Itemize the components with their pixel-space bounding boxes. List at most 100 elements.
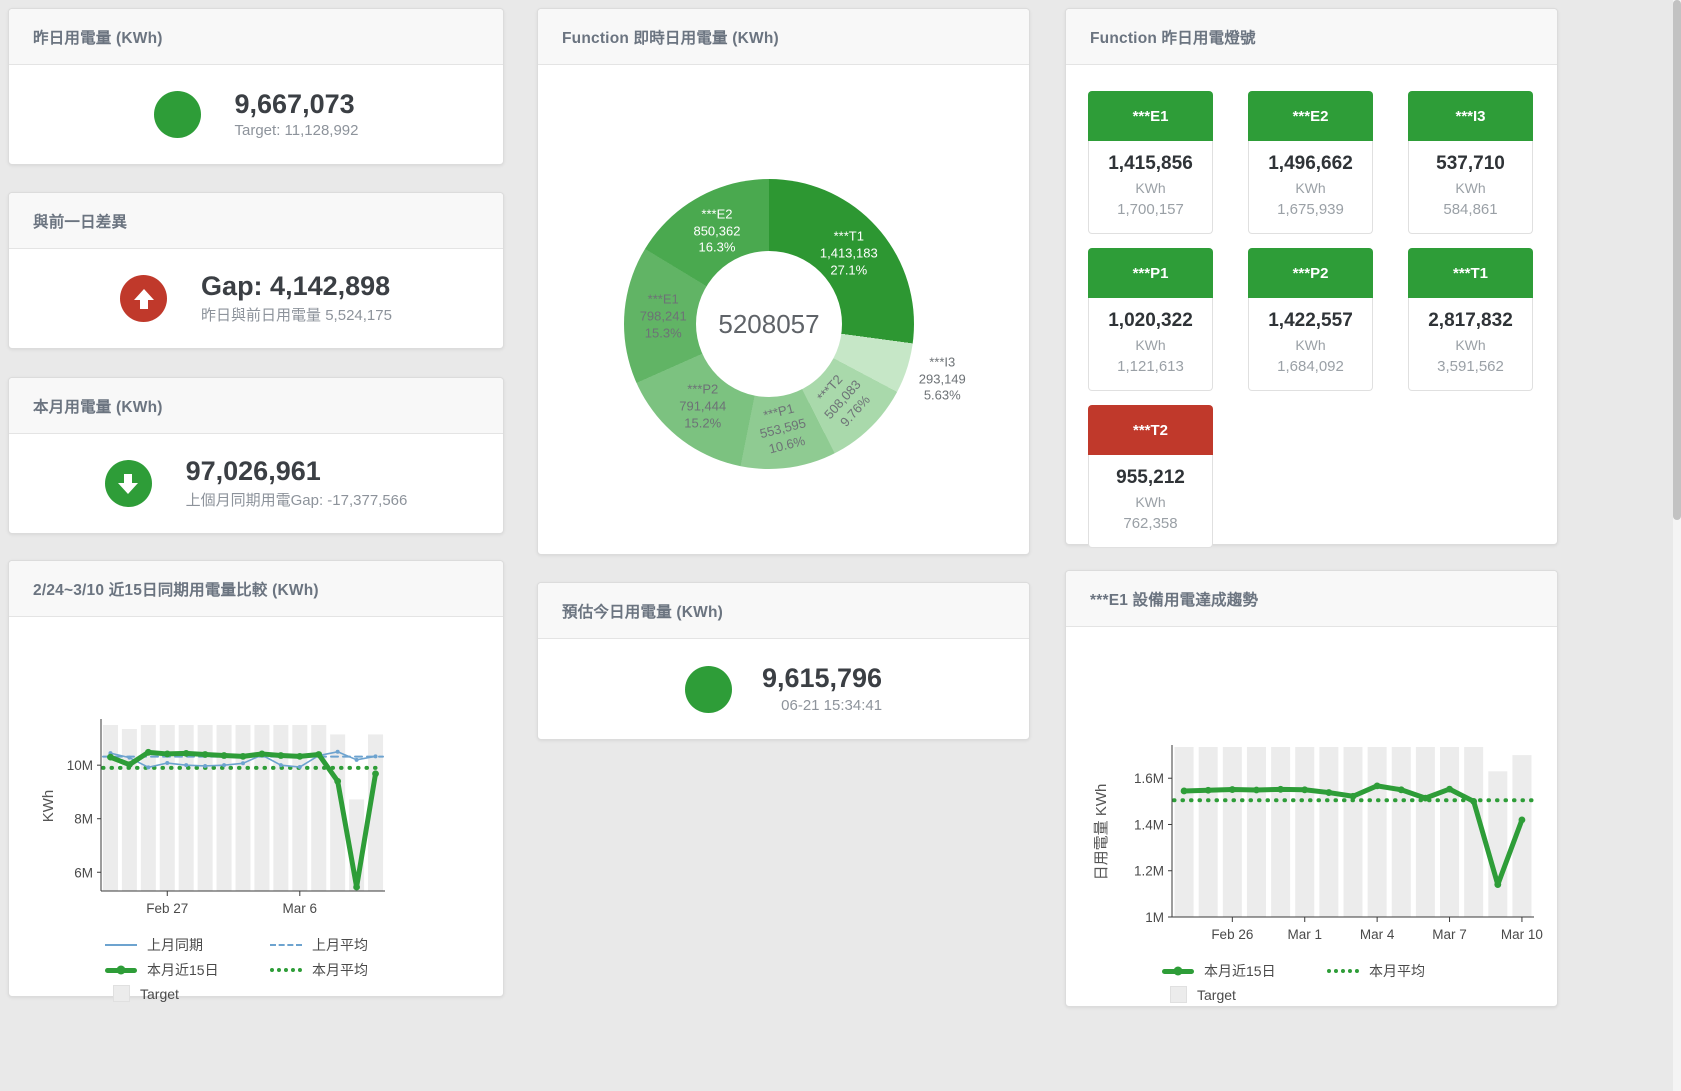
card-function-light-signals: Function 昨日用電燈號 ***E11,415,856KWh1,700,1… [1065,8,1558,545]
svg-text:1.2M: 1.2M [1134,864,1164,879]
light-tile-target: 1,700,157 [1093,199,1208,222]
legend-item[interactable]: Target [1162,986,1327,1003]
light-tile: ***E21,496,662KWh1,675,939 [1248,91,1373,234]
legend-label: 上月同期 [147,935,203,955]
light-tile-unit: KWh [1093,335,1208,356]
legend-item[interactable]: 上月平均 [270,935,435,955]
estimate-today-value: 9,615,796 [762,664,882,694]
day-gap-subtitle: 昨日與前日用電量 5,524,175 [201,304,392,325]
function-usage-donut-chart: 5208057 ***T11,413,18327.1%***I3293,1495… [624,179,914,469]
legend-item[interactable]: 本月近15日 [1162,961,1327,981]
legend-item[interactable]: Target [105,985,270,1002]
donut-slice-label: ***P1553,59510.6% [754,399,812,460]
light-tile-value: 1,422,557 [1253,308,1368,335]
light-tile-target: 1,684,092 [1253,356,1368,379]
legend-label: 上月平均 [312,935,368,955]
card-e1-trend-chart: ***E1 設備用電達成趨勢 1M1.2M1.4M1.6MFeb 26Mar 1… [1065,570,1558,1007]
light-tile-body: 2,817,832KWh3,591,562 [1408,298,1533,391]
estimate-today-timestamp: 06-21 15:34:41 [762,697,882,714]
month-usage-gap: 上個月同期用電Gap: -17,377,566 [186,489,408,510]
legend-item[interactable]: 本月平均 [270,960,435,980]
svg-text:Mar 6: Mar 6 [283,901,318,916]
legend-label: 本月近15日 [147,960,219,980]
light-tile: ***I3537,710KWh584,861 [1408,91,1533,234]
light-tile-value: 1,020,322 [1093,308,1208,335]
light-tile-value: 955,212 [1093,465,1208,492]
legend-item[interactable]: 上月同期 [105,935,270,955]
svg-text:8M: 8M [74,812,93,827]
light-tile-label: ***E1 [1088,91,1213,141]
light-tile-label: ***E2 [1248,91,1373,141]
donut-slice-label: ***P2791,44415.2% [679,381,726,432]
legend-mark-swatch [1170,986,1187,1003]
legend-mark-thick [1162,969,1194,974]
yesterday-usage-target: Target: 11,128,992 [235,122,359,139]
light-tile-target: 1,675,939 [1253,199,1368,222]
card-title-month-usage: 本月用電量 (KWh) [9,378,503,434]
light-tile-unit: KWh [1413,335,1528,356]
svg-text:日用電量 KWh: 日用電量 KWh [1093,784,1110,881]
donut-slice-label: ***E1798,24115.3% [640,292,687,343]
light-tile-body: 537,710KWh584,861 [1408,141,1533,234]
light-tile-body: 1,415,856KWh1,700,157 [1088,141,1213,234]
svg-text:Feb 26: Feb 26 [1211,927,1253,942]
trend-chart-svg: 1M1.2M1.4M1.6MFeb 26Mar 1Mar 4Mar 7Mar 1… [1072,743,1550,957]
scrollbar-thumb[interactable] [1673,0,1681,520]
light-tile-label: ***P1 [1088,248,1213,298]
day-gap-value: Gap: 4,142,898 [201,272,392,302]
legend-mark-thick [105,968,137,973]
month-usage-value: 97,026,961 [186,457,408,487]
card-month-usage: 本月用電量 (KWh) 97,026,961 上個月同期用電Gap: -17,3… [8,377,504,534]
card-title-function-lights: Function 昨日用電燈號 [1066,9,1557,65]
donut-slice-label: ***T11,413,18327.1% [820,229,878,280]
light-tile-value: 1,496,662 [1253,151,1368,178]
card-day-gap: 與前一日差異 Gap: 4,142,898 昨日與前日用電量 5,524,175 [8,192,504,349]
compare-chart-legend: 上月同期 上月平均本月近15日 本月平均Target [105,935,435,1002]
svg-text:Mar 4: Mar 4 [1360,927,1395,942]
light-tile-target: 3,591,562 [1413,356,1528,379]
svg-text:KWh: KWh [40,790,57,823]
legend-label: 本月平均 [1369,961,1425,981]
light-tile-unit: KWh [1253,178,1368,199]
svg-text:1M: 1M [1145,910,1164,925]
light-tile-label: ***T1 [1408,248,1533,298]
card-function-realtime-usage: Function 即時日用電量 (KWh) 5208057 ***T11,413… [537,8,1030,555]
light-tile: ***T12,817,832KWh3,591,562 [1408,248,1533,391]
card-estimate-today: 預估今日用電量 (KWh) 9,615,796 06-21 15:34:41 [537,582,1030,740]
light-tile-body: 1,496,662KWh1,675,939 [1248,141,1373,234]
light-tile-label: ***T2 [1088,405,1213,455]
card-title-estimate-today: 預估今日用電量 (KWh) [538,583,1029,639]
svg-text:Feb 27: Feb 27 [146,901,188,916]
light-tile: ***P1 1,020,322KWh1,121,613 [1088,248,1213,391]
light-signal-tiles: ***E11,415,856KWh1,700,157***E21,496,662… [1066,65,1557,548]
legend-mark-dotted [1327,969,1359,973]
legend-label: 本月近15日 [1204,961,1276,981]
light-tile-unit: KWh [1093,178,1208,199]
card-yesterday-usage: 昨日用電量 (KWh) 9,667,073 Target: 11,128,992 [8,8,504,165]
legend-label: Target [1197,987,1236,1003]
legend-mark-dotted [270,968,302,972]
legend-item[interactable]: 本月近15日 [105,960,270,980]
card-title-e1-trend: ***E1 設備用電達成趨勢 [1066,571,1557,627]
legend-mark-line [105,944,137,946]
card-title-yesterday-usage: 昨日用電量 (KWh) [9,9,503,65]
legend-item[interactable]: 本月平均 [1327,961,1492,981]
svg-text:6M: 6M [74,865,93,880]
light-tile: ***E11,415,856KWh1,700,157 [1088,91,1213,234]
donut-slice-label: ***I3293,1495.63% [919,354,966,405]
arrow-up-icon [120,275,167,322]
light-tile-value: 537,710 [1413,151,1528,178]
light-tile-target: 762,358 [1093,513,1208,536]
light-tile-unit: KWh [1093,492,1208,513]
svg-text:Mar 1: Mar 1 [1287,927,1322,942]
status-circle-green-icon [685,666,732,713]
light-tile-body: 1,422,557KWh1,684,092 [1248,298,1373,391]
arrow-down-icon [105,460,152,507]
light-tile-target: 1,121,613 [1093,356,1208,379]
donut-slice-label: ***E2850,36216.3% [693,206,740,257]
compare-chart-svg: 6M8M10MFeb 27Mar 6KWh [15,717,493,931]
light-tile-value: 1,415,856 [1093,151,1208,178]
status-circle-green-icon [154,91,201,138]
legend-mark-dashed [270,944,302,946]
light-tile-label: ***I3 [1408,91,1533,141]
